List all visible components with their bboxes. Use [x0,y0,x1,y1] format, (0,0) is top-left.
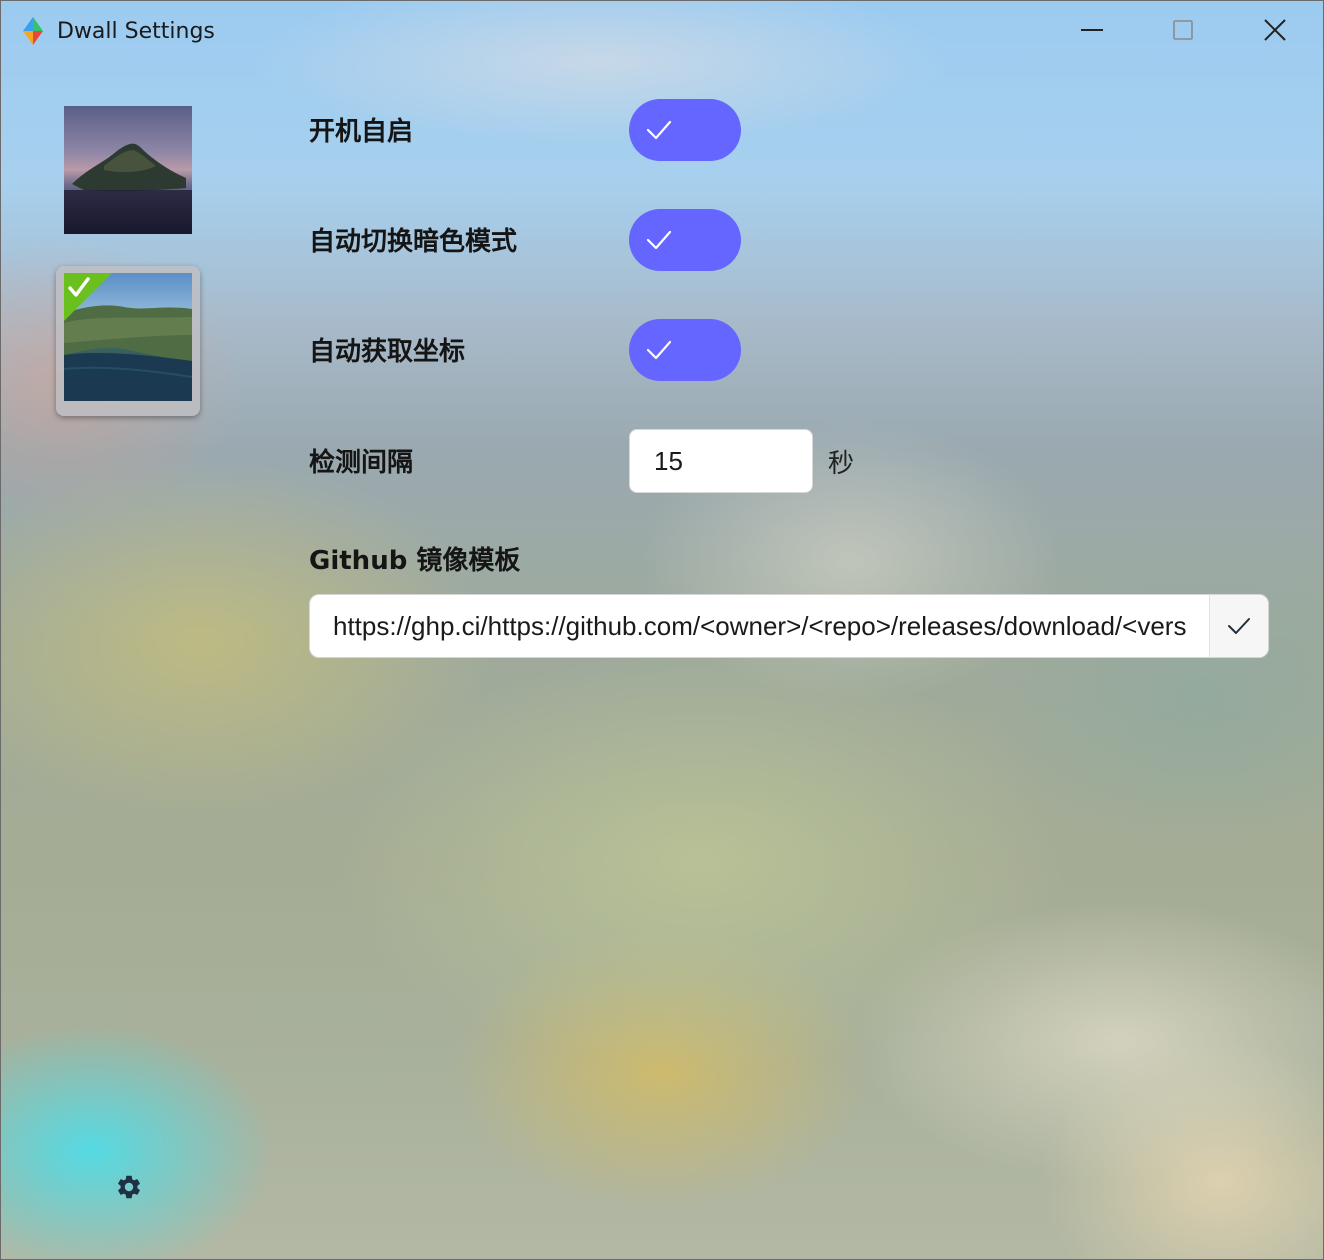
github-mirror-label: Github 镜像模板 [309,546,521,576]
checkmark-icon [1228,618,1250,634]
auto-start-toggle[interactable] [629,99,741,161]
checkmark-icon [646,120,672,140]
catalina-wallpaper-image [64,106,192,234]
wallpaper-thumbnail-catalina[interactable] [64,106,192,234]
app-logo-icon [23,17,43,45]
github-mirror-field: https://ghp.ci/https://github.com/<owner… [309,594,1269,658]
auto-dark-mode-label: 自动切换暗色模式 [309,227,518,257]
maximize-button[interactable] [1160,9,1206,51]
maximize-icon [1173,20,1193,40]
checkmark-icon [646,230,672,250]
close-button[interactable] [1252,9,1298,51]
github-mirror-input[interactable]: https://ghp.ci/https://github.com/<owner… [333,595,1187,657]
close-icon [1264,19,1286,41]
auto-start-label: 开机自启 [309,117,414,147]
settings-window: Dwall Settings 开机自启 自动切换暗色模式 自动获取坐标 检测间隔… [0,0,1324,1260]
interval-label: 检测间隔 [309,448,414,478]
github-mirror-confirm-button[interactable] [1209,595,1268,657]
interval-input[interactable]: 15 [629,429,813,493]
window-title: Dwall Settings [57,19,215,44]
checkmark-icon [68,277,90,297]
wallpaper-thumbnail-big-sur[interactable] [64,273,192,401]
checkmark-icon [646,340,672,360]
auto-location-label: 自动获取坐标 [309,337,466,367]
auto-dark-mode-toggle[interactable] [629,209,741,271]
auto-location-toggle[interactable] [629,319,741,381]
minimize-button[interactable] [1069,9,1115,51]
interval-unit: 秒 [828,449,855,479]
title-bar[interactable]: Dwall Settings [1,1,1323,61]
minimize-icon [1081,29,1103,31]
gear-icon[interactable] [115,1173,143,1201]
